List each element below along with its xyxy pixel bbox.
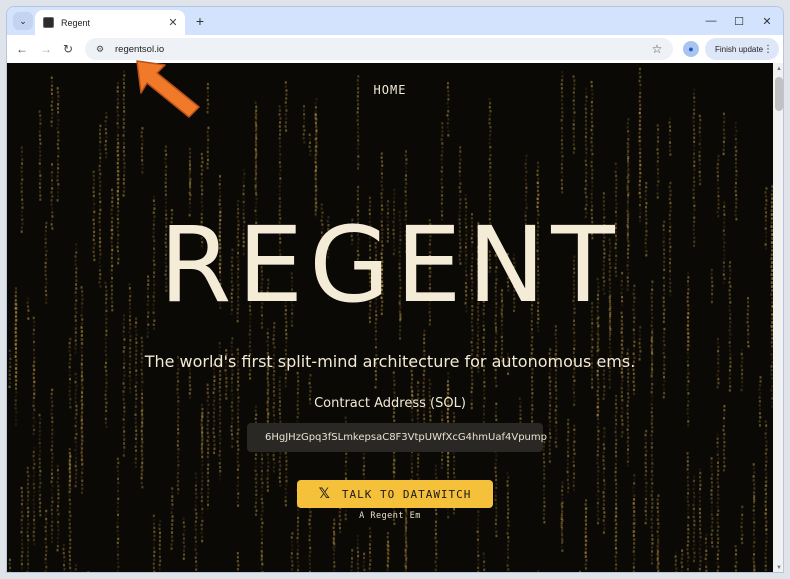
minimize-icon: — (705, 15, 717, 27)
scrollbar[interactable]: ▲ ▼ (773, 63, 783, 572)
browser-window: ⌄ Regent ✕ + — ☐ ✕ ← → ↻ ⚙ regentsol.io … (6, 6, 784, 573)
contract-address: 6HgJHzGpq3fSLmkepsaC8F3VtpUWfXcG4hmUaf4V… (265, 432, 547, 443)
back-button[interactable]: ← (13, 40, 31, 58)
chevron-down-icon: ⌄ (19, 15, 27, 26)
scroll-thumb[interactable] (775, 77, 783, 111)
star-icon[interactable]: ☆ (649, 41, 665, 57)
tab-title: Regent (61, 17, 91, 28)
tagline: The world's first split-mind architectur… (144, 352, 636, 371)
talk-to-datawitch-button[interactable]: 𝕏 TALK TO DATAWITCH (297, 480, 493, 508)
nav-home-link[interactable]: HOME (7, 83, 773, 97)
tab-strip: ⌄ Regent ✕ + — ☐ ✕ (7, 7, 783, 35)
reload-icon: ↻ (62, 42, 74, 56)
contract-address-box[interactable]: 6HgJHzGpq3fSLmkepsaC8F3VtpUWfXcG4hmUaf4V… (247, 423, 547, 452)
person-icon: ● (688, 44, 694, 54)
window-close-button[interactable]: ✕ (753, 11, 781, 31)
scroll-down-icon[interactable]: ▼ (775, 564, 783, 572)
maximize-icon: ☐ (734, 15, 744, 28)
cta-label: TALK TO DATAWITCH (341, 487, 472, 501)
close-icon: ✕ (762, 15, 772, 28)
arrow-left-icon: ← (16, 42, 28, 56)
plus-icon: + (195, 13, 205, 29)
page-viewport: HOME REGENT The world's first split-mind… (7, 63, 773, 572)
arrow-right-icon: → (40, 42, 52, 56)
new-tab-button[interactable]: + (191, 12, 209, 30)
browser-tab[interactable]: Regent ✕ (35, 10, 185, 35)
scroll-up-icon[interactable]: ▲ (775, 65, 783, 73)
x-logo-icon: 𝕏 (318, 486, 330, 502)
tab-search-button[interactable]: ⌄ (13, 12, 33, 30)
forward-button[interactable]: → (37, 40, 55, 58)
finish-update-label: Finish update (715, 44, 764, 54)
tune-icon[interactable]: ⚙ (93, 42, 107, 56)
profile-button[interactable]: ● (683, 41, 699, 57)
finish-update-button[interactable]: Finish update ⋮ (705, 38, 779, 60)
annotation-arrow-icon (136, 60, 200, 118)
hero-section: HOME REGENT The world's first split-mind… (7, 63, 773, 572)
page-title: REGENT (159, 204, 621, 326)
cta-subtitle: A Regent Em (359, 511, 421, 521)
minimize-button[interactable]: — (697, 11, 725, 31)
contract-label: Contract Address (SOL) (314, 396, 466, 411)
favicon-icon (43, 17, 54, 28)
maximize-button[interactable]: ☐ (725, 11, 753, 31)
reload-button[interactable]: ↻ (59, 40, 77, 58)
kebab-icon: ⋮ (763, 43, 773, 55)
browser-toolbar: ← → ↻ ⚙ regentsol.io ☆ ● Finish update ⋮ (7, 35, 783, 63)
close-icon[interactable]: ✕ (165, 15, 181, 31)
